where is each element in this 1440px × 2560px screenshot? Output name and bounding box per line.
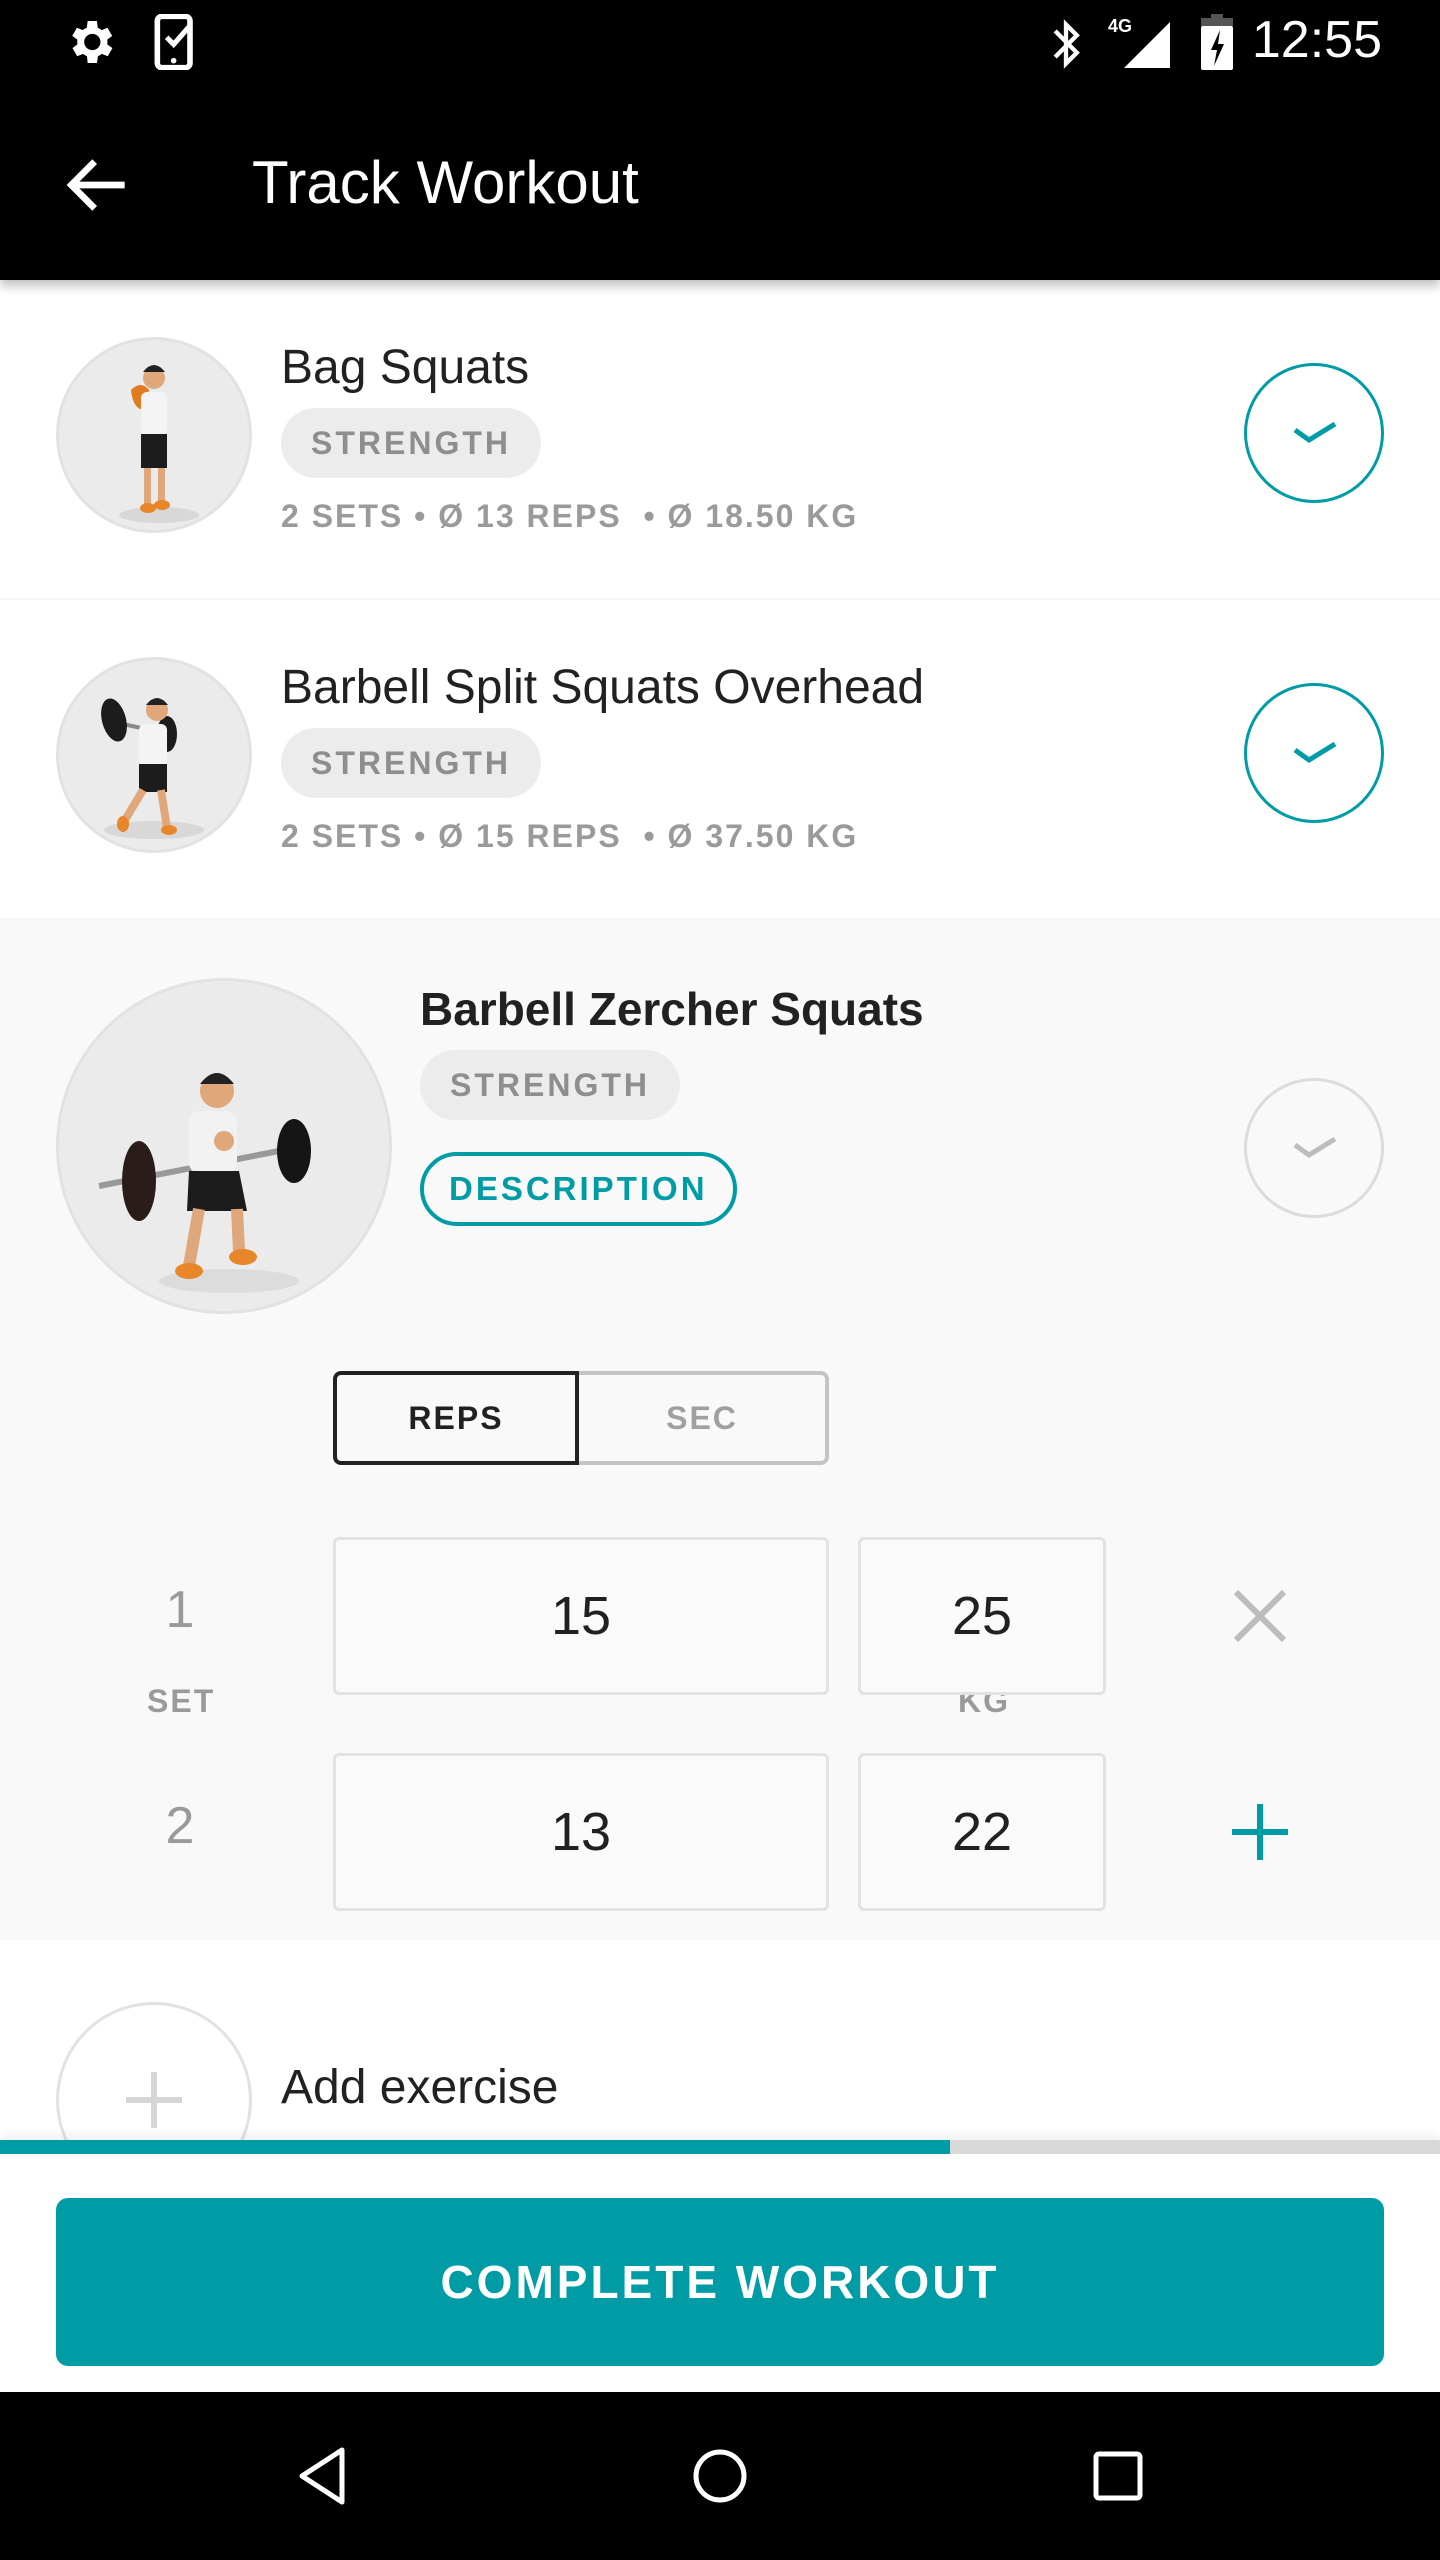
kg-input[interactable]: 22 — [858, 1753, 1106, 1911]
set-number: 2 — [165, 1797, 195, 1855]
signal-4g-icon: 4G — [1108, 14, 1172, 75]
check-icon — [1293, 421, 1337, 443]
category-chip: STRENGTH — [281, 408, 541, 478]
svg-text:4G: 4G — [1108, 16, 1132, 36]
workout-progress-bar — [0, 2140, 1440, 2154]
exercise-thumbnail-split-squats — [56, 657, 252, 853]
category-chip: STRENGTH — [281, 728, 541, 798]
app-bar: Track Workout — [0, 90, 1440, 280]
plus-icon — [126, 2072, 182, 2128]
column-label-set: SET — [147, 1683, 216, 1719]
reps-input[interactable]: 13 — [333, 1753, 829, 1911]
exercise-name: Bag Squats — [281, 341, 530, 394]
add-exercise-label: Add exercise — [281, 2061, 559, 2114]
system-nav-bar — [0, 2392, 1440, 2560]
complete-toggle-button[interactable] — [1244, 683, 1384, 823]
reps-input[interactable]: 15 — [333, 1537, 829, 1695]
add-set-icon[interactable] — [1222, 1794, 1298, 1870]
add-exercise-item[interactable]: Add exercise — [0, 1940, 1440, 2140]
exercise-stats: 2 SETS • Ø 13 REPS • Ø 18.50 KG — [281, 498, 859, 534]
page-title: Track Workout — [252, 149, 639, 216]
exercise-item[interactable]: Barbell Split Squats Overhead STRENGTH 2… — [0, 600, 1440, 920]
status-bar: 4G 12:55 — [0, 0, 1440, 90]
exercise-item[interactable]: Bag Squats STRENGTH 2 SETS • Ø 13 REPS •… — [0, 280, 1440, 600]
bluetooth-icon — [1048, 18, 1084, 75]
bottom-panel: COMPLETE WORKOUT — [0, 2140, 1440, 2392]
complete-workout-button[interactable]: COMPLETE WORKOUT — [56, 2198, 1384, 2366]
nav-back-icon[interactable] — [282, 2436, 362, 2516]
complete-toggle-button[interactable] — [1244, 1078, 1384, 1218]
exercise-thumbnail-zercher-squats — [56, 978, 392, 1314]
active-exercise-name: Barbell Zercher Squats — [420, 983, 924, 1035]
set-number: 1 — [165, 1581, 195, 1639]
battery-charging-icon — [1200, 14, 1234, 75]
complete-toggle-button[interactable] — [1244, 363, 1384, 503]
workout-progress-fill — [0, 2140, 951, 2154]
category-chip: STRENGTH — [420, 1050, 680, 1120]
description-button[interactable]: DESCRIPTION — [420, 1152, 737, 1226]
nav-recents-icon[interactable] — [1078, 2436, 1158, 2516]
check-icon — [1293, 741, 1337, 763]
nav-home-icon[interactable] — [680, 2436, 760, 2516]
remove-set-icon[interactable] — [1222, 1578, 1298, 1654]
settings-icon — [62, 14, 118, 75]
add-exercise-circle — [56, 2002, 252, 2140]
phone-check-icon — [152, 13, 200, 75]
exercise-name: Barbell Split Squats Overhead — [281, 661, 925, 714]
exercise-thumbnail-bag-squats — [56, 337, 252, 533]
exercise-stats: 2 SETS • Ø 15 REPS • Ø 37.50 KG — [281, 818, 859, 854]
check-icon — [1293, 1136, 1337, 1158]
mode-toggle-sec[interactable]: SEC — [579, 1371, 829, 1465]
arrow-left-icon[interactable] — [58, 145, 138, 225]
exercise-list[interactable]: Bag Squats STRENGTH 2 SETS • Ø 13 REPS •… — [0, 280, 1440, 2140]
kg-input[interactable]: 25 — [858, 1537, 1106, 1695]
mode-toggle-reps[interactable]: REPS — [333, 1371, 579, 1465]
status-time: 12:55 — [1251, 11, 1382, 69]
